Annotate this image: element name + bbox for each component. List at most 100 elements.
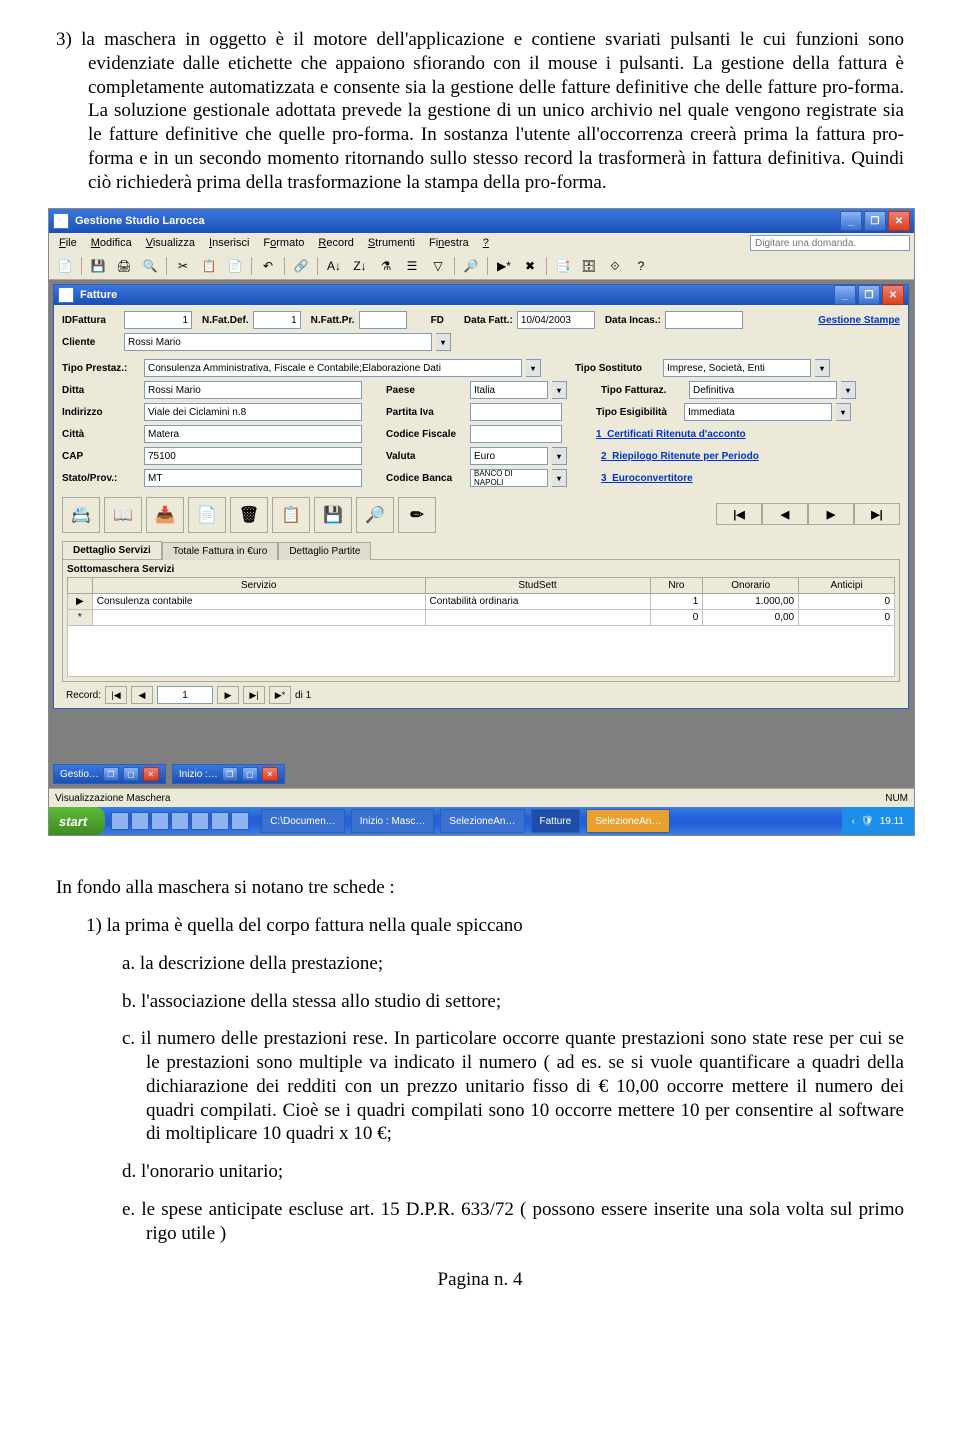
fld-cap[interactable]: 75100 [144,447,362,465]
minimize-button[interactable]: _ [840,211,862,231]
systray[interactable]: ‹ 🛡 19.11 [842,807,914,835]
dd-tipoesig[interactable]: ▾ [836,403,851,421]
undo-icon[interactable]: ↶ [256,255,280,277]
sort-desc-icon[interactable]: Z↓ [348,255,372,277]
fld-valuta[interactable]: Euro [470,447,548,465]
tab-totale-fattura[interactable]: Totale Fattura in €uro [162,542,279,560]
task-item[interactable]: C:\Documen… [261,809,345,833]
ql-icon[interactable] [151,812,169,830]
fld-tiposost[interactable]: Imprese, Società, Enti [663,359,811,377]
table-row[interactable]: * 0 0,00 0 [68,610,895,626]
rec-pos[interactable] [157,686,213,704]
save-icon[interactable]: 💾 [86,255,110,277]
ql-icon[interactable] [231,812,249,830]
fld-stato[interactable]: MT [144,469,362,487]
menu-visualizza[interactable]: Visualizza [140,235,201,251]
inner-close-button[interactable]: ✕ [882,285,904,305]
rec-new[interactable]: ▶* [269,686,291,704]
rec-prev[interactable]: ◀ [131,686,153,704]
ql-icon[interactable] [131,812,149,830]
rec-first[interactable]: |◀ [105,686,127,704]
maximize-button[interactable]: ❐ [864,211,886,231]
filter-form-icon[interactable]: ☰ [400,255,424,277]
task-item[interactable]: Inizio : Masc… [351,809,435,833]
dd-valuta[interactable]: ▾ [552,447,567,465]
filter-toggle-icon[interactable]: ▽ [426,255,450,277]
link-euro[interactable]: 3_Euroconvertitore [601,473,693,484]
ql-icon[interactable] [211,812,229,830]
tab-dettaglio-partite[interactable]: Dettaglio Partite [278,542,371,560]
link-riep[interactable]: 2_Riepilogo Ritenute per Periodo [601,451,759,462]
nav-last[interactable]: ▶| [854,503,900,525]
db-icon[interactable]: 🗄 [577,255,601,277]
nav-next[interactable]: ▶ [808,503,854,525]
fld-idfattura[interactable]: 1 [124,311,192,329]
code-icon[interactable]: ⟐ [603,255,627,277]
task-item[interactable]: SelezioneAn… [440,809,524,833]
paste-icon[interactable]: 📄 [223,255,247,277]
help-icon[interactable]: ? [629,255,653,277]
fld-tipofatt[interactable]: Definitiva [689,381,837,399]
fld-dataincas[interactable] [665,311,743,329]
copy-icon[interactable]: 📋 [197,255,221,277]
ql-icon[interactable] [111,812,129,830]
icon-btn-2[interactable]: 📖 [104,497,142,533]
dd-paese[interactable]: ▾ [552,381,567,399]
icon-btn-5[interactable]: 🗑 [230,497,268,533]
dd-banca[interactable]: ▾ [552,469,567,487]
task-item[interactable]: Fatture [531,809,581,833]
help-search-input[interactable] [750,235,910,251]
servizi-grid[interactable]: Servizio StudSett Nro Onorario Anticipi … [67,577,895,626]
mdi-chip-inizio[interactable]: Inizio :… ❐ ▢ ✕ [172,764,285,784]
close-button[interactable]: ✕ [888,211,910,231]
print-icon[interactable]: 🖨 [112,255,136,277]
nav-first[interactable]: |◀ [716,503,762,525]
table-row[interactable]: ▶ Consulenza contabile Contabilità ordin… [68,594,895,610]
menu-help[interactable]: ? [477,235,495,251]
fld-tipoesig[interactable]: Immediata [684,403,832,421]
tray-icon[interactable]: ‹ [852,816,855,827]
menu-inserisci[interactable]: Inserisci [203,235,255,251]
rec-last[interactable]: ▶| [243,686,265,704]
fld-cf[interactable] [470,425,562,443]
mdi-chip-gestio[interactable]: Gestio… ❐ ▢ ✕ [53,764,166,784]
menu-formato[interactable]: Formato [257,235,310,251]
menu-modifica[interactable]: Modifica [85,235,138,251]
rec-next[interactable]: ▶ [217,686,239,704]
link-cert[interactable]: 1_Certificati Ritenuta d'acconto [596,429,746,440]
icon-btn-9[interactable]: ✏ [398,497,436,533]
menu-record[interactable]: Record [312,235,359,251]
fld-banca[interactable]: BANCO DI NAPOLI [470,469,548,487]
delrec-icon[interactable]: ✖ [518,255,542,277]
view-icon[interactable]: 📄 [53,255,77,277]
fld-indir[interactable]: Viale dei Ciclamini n.8 [144,403,362,421]
fld-citta[interactable]: Matera [144,425,362,443]
icon-btn-8[interactable]: 🔎 [356,497,394,533]
icon-btn-1[interactable]: 📇 [62,497,100,533]
props-icon[interactable]: 📑 [551,255,575,277]
ql-icon[interactable] [191,812,209,830]
dd-tipoprest[interactable]: ▾ [526,359,541,377]
fld-nfatdef[interactable]: 1 [253,311,301,329]
icon-btn-7[interactable]: 💾 [314,497,352,533]
ql-icon[interactable] [171,812,189,830]
dd-cliente[interactable]: ▾ [436,333,451,351]
tray-icon[interactable]: 🛡 [861,816,874,827]
cut-icon[interactable]: ✂ [171,255,195,277]
btn-gestione-stampe[interactable]: Gestione Stampe [818,315,900,326]
find-icon[interactable]: 🔎 [459,255,483,277]
icon-btn-3[interactable]: 📥 [146,497,184,533]
fld-ditta[interactable]: Rossi Mario [144,381,362,399]
icon-btn-6[interactable]: 📋 [272,497,310,533]
fld-paese[interactable]: Italia [470,381,548,399]
preview-icon[interactable]: 🔍 [138,255,162,277]
task-item[interactable]: SelezioneAn… [586,809,670,833]
fld-cliente[interactable]: Rossi Mario [124,333,432,351]
link-icon[interactable]: 🔗 [289,255,313,277]
inner-max-button[interactable]: ❐ [858,285,880,305]
menu-file[interactable]: File [53,235,83,251]
newrec-icon[interactable]: ▶* [492,255,516,277]
fld-piva[interactable] [470,403,562,421]
tab-dettaglio-servizi[interactable]: Dettaglio Servizi [62,541,162,559]
start-button[interactable]: start [49,807,105,835]
